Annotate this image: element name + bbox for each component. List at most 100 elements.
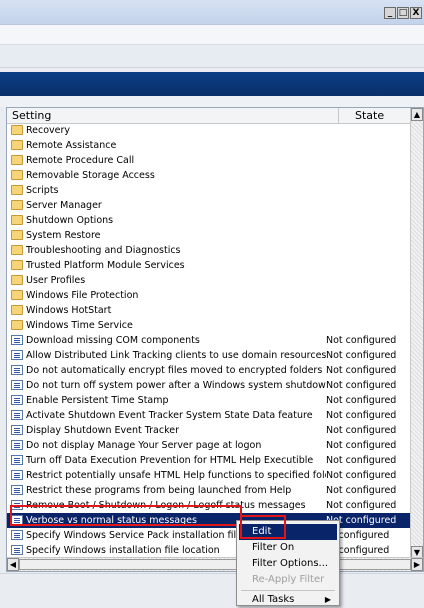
folder-icon [11, 290, 23, 300]
setting-name: Enable Persistent Time Stamp [26, 395, 169, 406]
policy-setting-icon [11, 410, 23, 420]
setting-name: Remote Assistance [26, 140, 117, 151]
folder-icon [11, 275, 23, 285]
menu-item-reapply-filter: Re-Apply Filter [252, 574, 325, 585]
list-item[interactable]: Remove Boot / Shutdown / Logon / Logoff … [7, 498, 411, 513]
folder-icon [11, 215, 23, 225]
list-item[interactable]: Remote Procedure Call [7, 153, 411, 168]
setting-name: Download missing COM components [26, 335, 200, 346]
folder-icon [11, 320, 23, 330]
setting-name: Turn off Data Execution Prevention for H… [26, 455, 314, 466]
menu-item-all-tasks-label: All Tasks [252, 594, 295, 605]
folder-icon [11, 125, 23, 135]
setting-state: Not configured [326, 380, 397, 391]
list-item[interactable]: Windows HotStart [7, 303, 411, 318]
list-item[interactable]: Restrict these programs from being launc… [7, 483, 411, 498]
list-item[interactable]: Verbose vs normal status messages Not con… [7, 513, 411, 528]
setting-name: Remote Procedure Call [26, 155, 135, 166]
setting-name: Windows File Protection [26, 290, 139, 301]
list-item[interactable]: Recovery [7, 123, 411, 138]
list-item[interactable]: Activate Shutdown Event Tracker System S… [7, 408, 411, 423]
policy-setting-icon [11, 425, 23, 435]
minimize-button[interactable]: _ [384, 7, 396, 19]
list-item[interactable]: User Profiles [7, 273, 411, 288]
setting-name: Windows Time Service [26, 320, 133, 331]
setting-name: Trusted Platform Module Services [26, 260, 185, 271]
scroll-up-button[interactable]: ▲ [411, 108, 423, 121]
setting-name: Windows HotStart [26, 305, 112, 316]
policy-setting-icon [11, 380, 23, 390]
toolbar [0, 45, 424, 68]
list-item[interactable]: Specify Windows Service Pack installatio… [7, 528, 411, 543]
list-item[interactable]: Troubleshooting and Diagnostics [7, 243, 411, 258]
vertical-scrollbar[interactable]: ▲ ▼ [410, 108, 423, 559]
setting-state: Not configured [326, 500, 397, 511]
list-item[interactable]: Enable Persistent Time Stamp Not configur… [7, 393, 411, 408]
list-item[interactable]: System Restore [7, 228, 411, 243]
list-item[interactable]: Remote Assistance [7, 138, 411, 153]
setting-state: Not configured [326, 485, 397, 496]
context-menu: Edit Filter On Filter Options... Re-Appl… [236, 520, 340, 606]
policy-setting-icon [11, 545, 23, 555]
header-separator [0, 96, 424, 107]
menu-item-edit[interactable]: Edit [239, 524, 337, 540]
list-item[interactable]: Specify Windows installation file locati… [7, 543, 411, 558]
menu-item-filter-options[interactable]: Filter Options... [239, 556, 337, 572]
list-item[interactable]: Windows File Protection [7, 288, 411, 303]
policy-setting-icon [11, 365, 23, 375]
maximize-button[interactable]: □ [397, 7, 409, 19]
horizontal-scrollbar[interactable]: ◀ ▶ [7, 557, 423, 571]
list-item[interactable]: Trusted Platform Module Services [7, 258, 411, 273]
folder-icon [11, 200, 23, 210]
list-item[interactable]: Download missing COM components Not confi… [7, 333, 411, 348]
scroll-right-button[interactable]: ▶ [411, 558, 423, 571]
settings-list: Setting State Recovery Remote Assistance R… [6, 107, 424, 572]
policy-setting-icon [11, 515, 23, 525]
setting-state: Not configured [326, 440, 397, 451]
folder-icon [11, 170, 23, 180]
setting-state: Not configured [326, 365, 397, 376]
list-item[interactable]: Scripts [7, 183, 411, 198]
title-bar: _ □ X [0, 0, 424, 25]
close-button[interactable]: X [410, 7, 422, 19]
list-item[interactable]: Removable Storage Access [7, 168, 411, 183]
setting-name: Shutdown Options [26, 215, 114, 226]
list-item[interactable]: Do not display Manage Your Server page a… [7, 438, 411, 453]
window-controls: _ □ X [383, 7, 422, 19]
setting-state: Not configured [326, 410, 397, 421]
setting-name: Recovery [26, 125, 71, 136]
folder-icon [11, 230, 23, 240]
column-header: Setting State [7, 108, 411, 124]
list-item[interactable]: Allow Distributed Link Tracking clients … [7, 348, 411, 363]
list-item[interactable]: Display Shutdown Event Tracker Not config… [7, 423, 411, 438]
list-item[interactable]: Windows Time Service [7, 318, 411, 333]
policy-setting-icon [11, 500, 23, 510]
setting-name: Restrict potentially unsafe HTML Help fu… [26, 470, 326, 481]
list-item[interactable]: Do not turn off system power after a Win… [7, 378, 411, 393]
list-item[interactable]: Do not automatically encrypt files moved… [7, 363, 411, 378]
list-item[interactable]: Server Manager [7, 198, 411, 213]
scroll-left-button[interactable]: ◀ [7, 558, 19, 571]
setting-state: Not configured [326, 335, 397, 346]
menu-bar [0, 25, 424, 45]
setting-name: Server Manager [26, 200, 102, 211]
list-item[interactable]: Restrict potentially unsafe HTML Help fu… [7, 468, 411, 483]
setting-name: Activate Shutdown Event Tracker System S… [26, 410, 313, 421]
horizontal-scroll-thumb[interactable] [19, 559, 411, 570]
policy-setting-icon [11, 455, 23, 465]
policy-setting-icon [11, 335, 23, 345]
setting-state: Not configured [326, 455, 397, 466]
column-divider[interactable] [338, 108, 339, 123]
setting-name: Troubleshooting and Diagnostics [26, 245, 181, 256]
folder-icon [11, 185, 23, 195]
setting-name: Removable Storage Access [26, 170, 155, 181]
setting-name: Do not automatically encrypt files moved… [26, 365, 323, 376]
list-item[interactable]: Turn off Data Execution Prevention for H… [7, 453, 411, 468]
setting-name: Remove Boot / Shutdown / Logon / Logoff … [26, 500, 306, 511]
folder-icon [11, 305, 23, 315]
policy-setting-icon [11, 470, 23, 480]
menu-item-filter-on[interactable]: Filter On [239, 540, 337, 556]
column-header-state[interactable]: State [355, 109, 384, 122]
list-item[interactable]: Shutdown Options [7, 213, 411, 228]
column-header-setting[interactable]: Setting [12, 109, 51, 122]
